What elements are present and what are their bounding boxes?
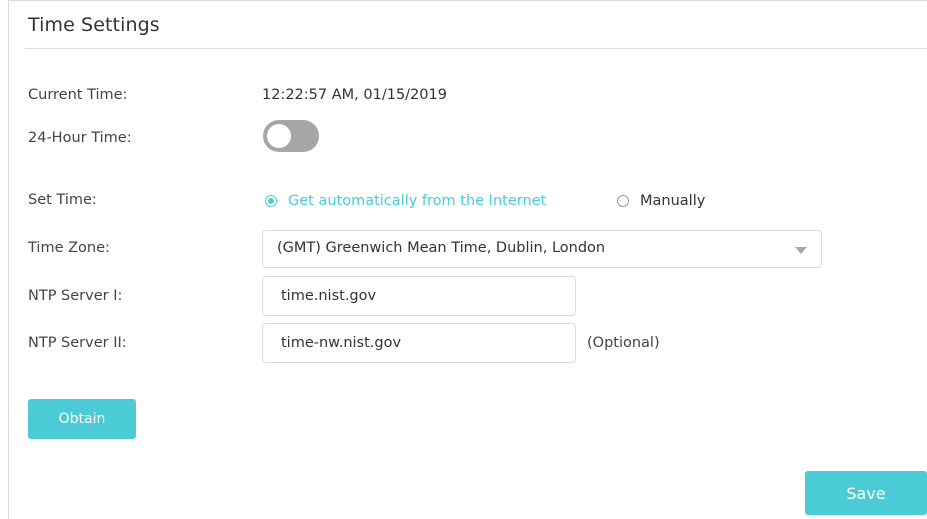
toggle-knob — [267, 124, 291, 148]
current-time-label: Current Time: — [28, 87, 128, 103]
radio-auto-internet[interactable]: Get automatically from the Internet — [265, 190, 546, 212]
hour24-label: 24-Hour Time: — [28, 130, 132, 146]
radio-auto-internet-label: Get automatically from the Internet — [288, 193, 547, 209]
radio-checked-icon[interactable] — [265, 195, 277, 207]
hour24-toggle[interactable] — [263, 120, 319, 152]
set-time-label: Set Time: — [28, 192, 97, 208]
current-time-value: 12:22:57 AM, 01/15/2019 — [262, 87, 447, 103]
obtain-button[interactable]: Obtain — [28, 399, 136, 439]
ntp-server-2-optional-note: (Optional) — [587, 335, 660, 351]
ntp-server-1-input[interactable] — [262, 276, 576, 316]
page-title: Time Settings — [28, 14, 160, 36]
chevron-down-icon[interactable] — [795, 247, 807, 254]
ntp-server-1-label: NTP Server I: — [28, 288, 123, 304]
time-zone-selected-value: (GMT) Greenwich Mean Time, Dublin, Londo… — [277, 240, 606, 256]
radio-manually-label: Manually — [640, 193, 706, 209]
time-settings-page: Time Settings Current Time: 12:22:57 AM,… — [0, 0, 927, 519]
radio-dot — [268, 198, 274, 204]
ntp-server-2-input[interactable] — [262, 323, 576, 363]
time-zone-select[interactable]: (GMT) Greenwich Mean Time, Dublin, Londo… — [262, 230, 822, 268]
time-zone-label: Time Zone: — [28, 240, 110, 256]
ntp-server-2-label: NTP Server II: — [28, 335, 127, 351]
radio-manually[interactable]: Manually — [617, 190, 705, 212]
save-button[interactable]: Save — [805, 471, 927, 515]
time-settings-panel: Time Settings Current Time: 12:22:57 AM,… — [8, 0, 927, 519]
radio-unchecked-icon[interactable] — [617, 195, 629, 207]
title-divider — [25, 48, 927, 49]
